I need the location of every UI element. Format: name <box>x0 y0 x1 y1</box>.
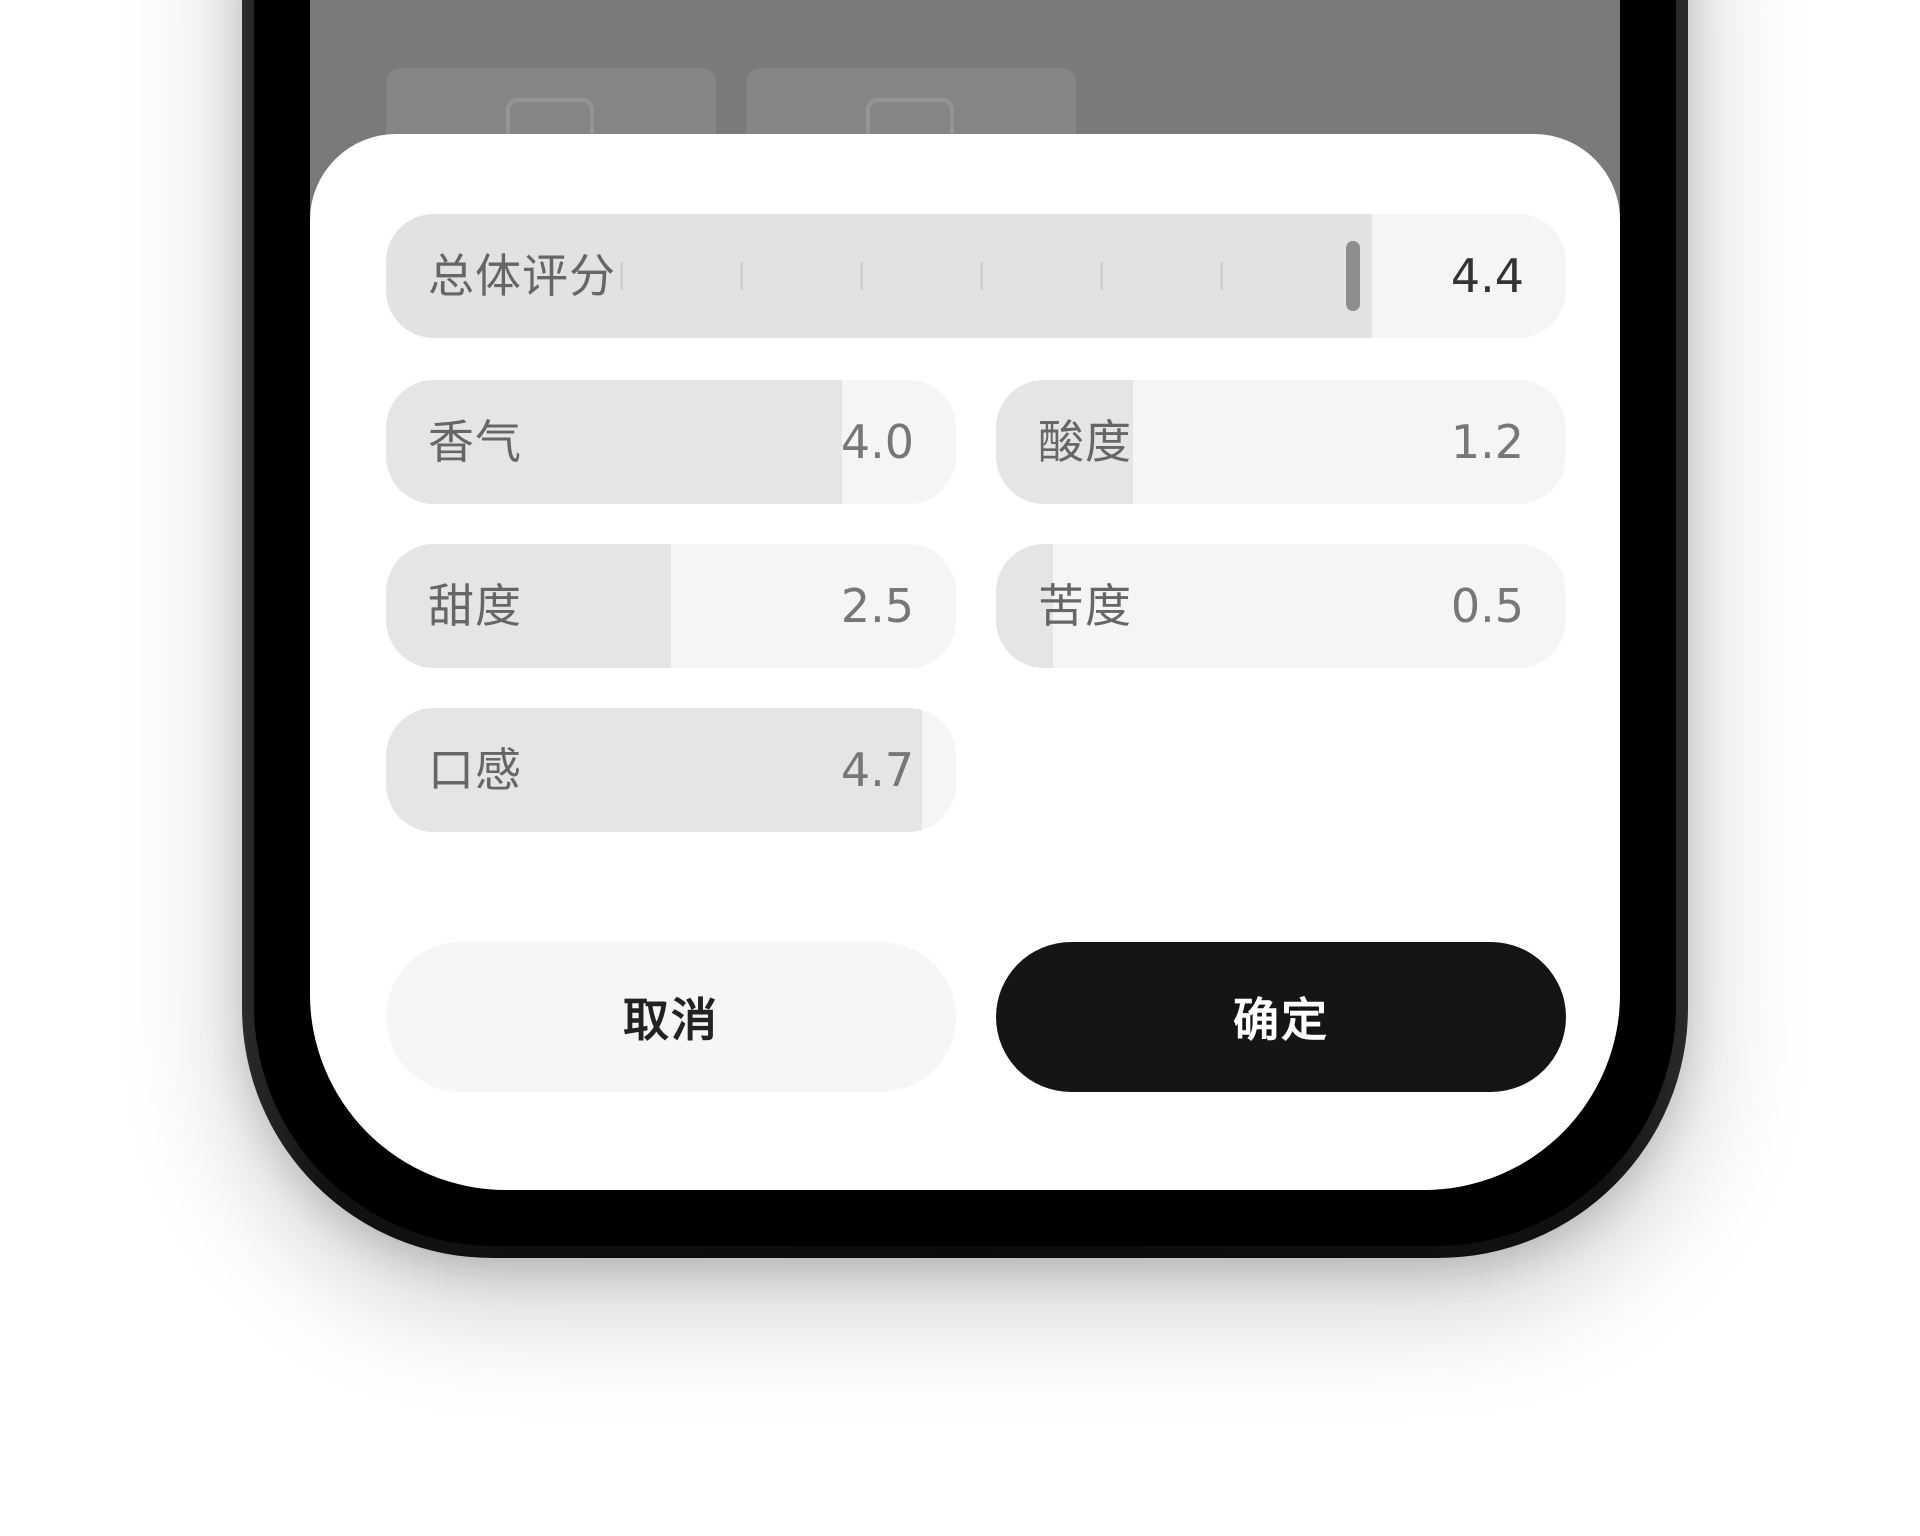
acidity-label: 酸度 <box>1038 415 1132 469</box>
bitterness-value: 0.5 <box>1450 579 1524 633</box>
acidity-value: 1.2 <box>1450 415 1524 469</box>
mouthfeel-value: 4.7 <box>840 743 914 797</box>
mouthfeel-label: 口感 <box>428 743 522 797</box>
overall-rating-handle[interactable] <box>1346 241 1360 311</box>
confirm-button[interactable]: 确定 <box>996 942 1566 1092</box>
slider-tick-mark <box>620 262 623 290</box>
slider-tick-mark <box>1100 262 1103 290</box>
bitterness-rating-slider[interactable]: 苦度 0.5 <box>996 544 1566 668</box>
cancel-button[interactable]: 取消 <box>386 942 956 1092</box>
slider-tick-mark <box>740 262 743 290</box>
device-stage: 总体评分 4.4 香气 4.0 酸度 1.2 甜度 2.5 苦度 0.5 口感 … <box>0 0 1920 1536</box>
bitterness-label: 苦度 <box>1038 579 1132 633</box>
aroma-value: 4.0 <box>840 415 914 469</box>
aroma-label: 香气 <box>428 415 522 469</box>
overall-rating-value: 4.4 <box>1450 249 1524 303</box>
sweetness-label: 甜度 <box>428 579 522 633</box>
overall-rating-slider[interactable]: 总体评分 4.4 <box>386 214 1566 338</box>
phone-frame: 总体评分 4.4 香气 4.0 酸度 1.2 甜度 2.5 苦度 0.5 口感 … <box>242 0 1688 1258</box>
sweetness-rating-slider[interactable]: 甜度 2.5 <box>386 544 956 668</box>
slider-tick-mark <box>1220 262 1223 290</box>
mouthfeel-rating-slider[interactable]: 口感 4.7 <box>386 708 956 832</box>
phone-bezel: 总体评分 4.4 香气 4.0 酸度 1.2 甜度 2.5 苦度 0.5 口感 … <box>254 0 1676 1246</box>
rating-bottom-sheet: 总体评分 4.4 香气 4.0 酸度 1.2 甜度 2.5 苦度 0.5 口感 … <box>310 134 1620 1190</box>
slider-tick-mark <box>980 262 983 290</box>
acidity-rating-slider[interactable]: 酸度 1.2 <box>996 380 1566 504</box>
sweetness-value: 2.5 <box>840 579 914 633</box>
slider-tick-mark <box>860 262 863 290</box>
phone-screen: 总体评分 4.4 香气 4.0 酸度 1.2 甜度 2.5 苦度 0.5 口感 … <box>310 0 1620 1190</box>
overall-rating-label: 总体评分 <box>428 249 616 303</box>
aroma-rating-slider[interactable]: 香气 4.0 <box>386 380 956 504</box>
